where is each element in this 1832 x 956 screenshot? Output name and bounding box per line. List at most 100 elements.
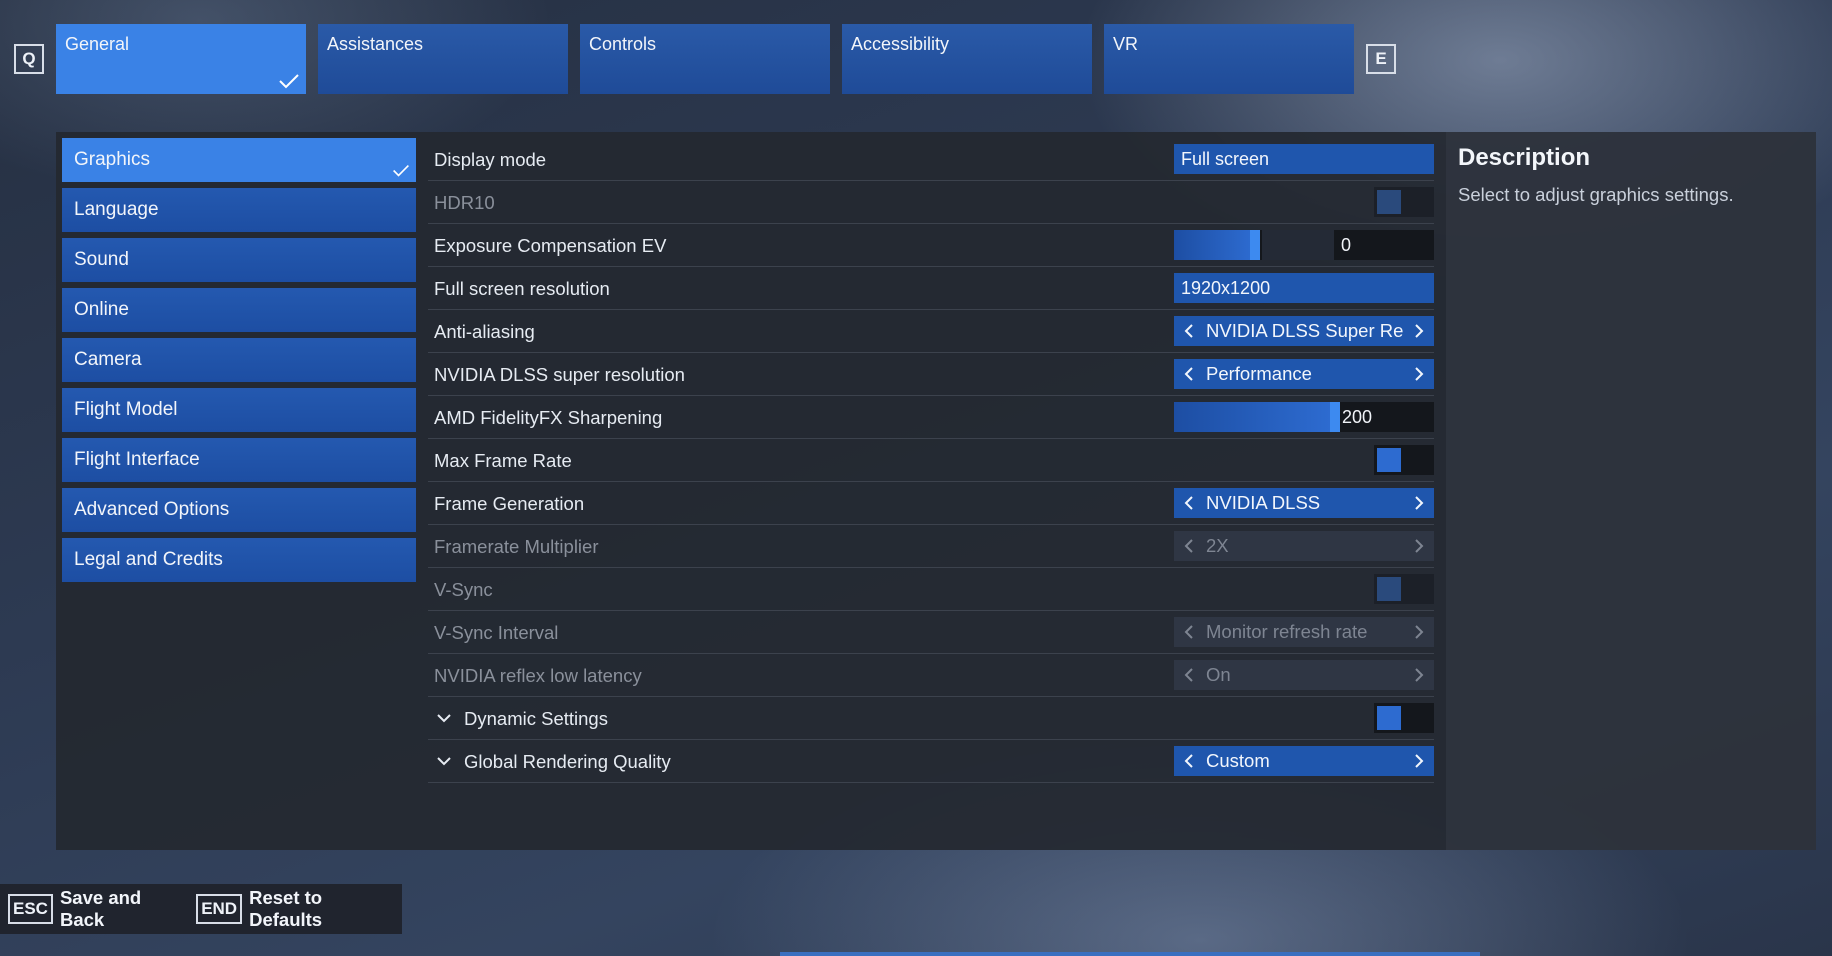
bottom-accent-strip <box>780 952 1480 956</box>
setting-row-max-frame-rate[interactable]: Max Frame Rate <box>428 439 1434 482</box>
selector-value: On <box>1206 664 1231 685</box>
tab-vr[interactable]: VR <box>1104 24 1354 94</box>
sidebar-item-flight-model[interactable]: Flight Model <box>62 388 416 432</box>
chevron-down-icon[interactable] <box>436 754 452 768</box>
sidebar-item-label: Advanced Options <box>74 499 230 520</box>
reflex-selector[interactable]: On <box>1174 660 1434 690</box>
setting-row-reflex[interactable]: NVIDIA reflex low latency On <box>428 654 1434 697</box>
chevron-right-icon[interactable] <box>1404 660 1434 690</box>
save-and-back-button[interactable]: Save and Back <box>60 887 166 931</box>
slider-value: 200 <box>1342 406 1373 427</box>
selector-value: Custom <box>1206 750 1270 771</box>
setting-row-vsync-interval[interactable]: V-Sync Interval Monitor refresh rate <box>428 611 1434 654</box>
chevron-left-icon[interactable] <box>1174 531 1204 561</box>
slider-thumb[interactable] <box>1330 402 1340 432</box>
sidebar-item-label: Graphics <box>74 149 151 170</box>
setting-label: Global Rendering Quality <box>464 750 671 772</box>
tab-label: VR <box>1113 34 1139 54</box>
setting-label: Framerate Multiplier <box>434 535 599 557</box>
setting-row-amd-sharpening[interactable]: AMD FidelityFX Sharpening 200 <box>428 396 1434 439</box>
tab-label: Accessibility <box>851 34 950 54</box>
setting-row-display-mode[interactable]: Display mode Full screen <box>428 138 1434 181</box>
chevron-left-icon[interactable] <box>1174 488 1204 518</box>
resolution-dropdown[interactable]: 1920x1200 <box>1174 273 1434 303</box>
setting-label: AMD FidelityFX Sharpening <box>434 406 663 428</box>
setting-label: V-Sync Interval <box>434 621 559 643</box>
reset-defaults-button[interactable]: Reset to Defaults <box>249 887 372 931</box>
next-tab-key[interactable]: E <box>1366 44 1396 74</box>
frame-generation-selector[interactable]: NVIDIA DLSS <box>1174 488 1434 518</box>
global-rendering-quality-selector[interactable]: Custom <box>1174 746 1434 776</box>
sidebar-item-camera[interactable]: Camera <box>62 338 416 382</box>
toggle-knob <box>1377 190 1401 214</box>
selector-value: NVIDIA DLSS Super Resolution <box>1206 320 1404 341</box>
setting-row-dynamic-settings[interactable]: Dynamic Settings <box>428 697 1434 740</box>
footer-bar: ESC Save and Back END Reset to Defaults <box>0 884 402 934</box>
setting-row-framerate-multiplier[interactable]: Framerate Multiplier 2X <box>428 525 1434 568</box>
dlss-super-resolution-selector[interactable]: Performance <box>1174 359 1434 389</box>
setting-row-anti-aliasing[interactable]: Anti-aliasing NVIDIA DLSS Super Resoluti… <box>428 310 1434 353</box>
hdr10-toggle[interactable] <box>1374 187 1434 217</box>
setting-row-global-rendering-quality[interactable]: Global Rendering Quality Custom <box>428 740 1434 783</box>
chevron-left-icon[interactable] <box>1174 617 1204 647</box>
slider-track <box>1262 230 1334 260</box>
prev-tab-key[interactable]: Q <box>14 44 44 74</box>
chevron-right-icon[interactable] <box>1404 316 1434 346</box>
anti-aliasing-selector[interactable]: NVIDIA DLSS Super Resolution <box>1174 316 1434 346</box>
setting-row-frame-generation[interactable]: Frame Generation NVIDIA DLSS <box>428 482 1434 525</box>
sidebar-item-legal-credits[interactable]: Legal and Credits <box>62 538 416 582</box>
sidebar-item-label: Camera <box>74 349 142 370</box>
chevron-right-icon[interactable] <box>1404 617 1434 647</box>
dynamic-settings-toggle[interactable] <box>1374 703 1434 733</box>
sidebar-item-advanced-options[interactable]: Advanced Options <box>62 488 416 532</box>
setting-label: Display mode <box>434 148 547 170</box>
chevron-left-icon[interactable] <box>1174 359 1204 389</box>
selector-value: Performance <box>1206 363 1312 384</box>
setting-row-dlss-super-resolution[interactable]: NVIDIA DLSS super resolution Performance <box>428 353 1434 396</box>
setting-row-vsync[interactable]: V-Sync <box>428 568 1434 611</box>
sidebar-item-language[interactable]: Language <box>62 188 416 232</box>
chevron-right-icon[interactable] <box>1404 531 1434 561</box>
chevron-left-icon[interactable] <box>1174 660 1204 690</box>
amd-sharpening-slider[interactable]: 200 <box>1174 402 1434 432</box>
end-key[interactable]: END <box>196 894 243 924</box>
toggle-knob <box>1377 706 1401 730</box>
setting-label: Max Frame Rate <box>434 449 572 471</box>
tab-label: Controls <box>589 34 657 54</box>
selector-value: NVIDIA DLSS <box>1206 492 1321 513</box>
chevron-right-icon[interactable] <box>1404 359 1434 389</box>
vsync-interval-selector[interactable]: Monitor refresh rate <box>1174 617 1434 647</box>
chevron-down-icon[interactable] <box>436 711 452 725</box>
tab-label: Assistances <box>327 34 424 54</box>
tab-controls[interactable]: Controls <box>580 24 830 94</box>
chevron-left-icon[interactable] <box>1174 746 1204 776</box>
max-frame-rate-toggle[interactable] <box>1374 445 1434 475</box>
sidebar-item-flight-interface[interactable]: Flight Interface <box>62 438 416 482</box>
chevron-left-icon[interactable] <box>1174 316 1204 346</box>
framerate-multiplier-selector[interactable]: 2X <box>1174 531 1434 561</box>
sidebar-item-sound[interactable]: Sound <box>62 238 416 282</box>
tab-accessibility[interactable]: Accessibility <box>842 24 1092 94</box>
tab-label: General <box>65 34 130 54</box>
description-title: Description <box>1458 144 1591 171</box>
tab-general[interactable]: General <box>56 24 306 94</box>
chevron-right-icon[interactable] <box>1404 746 1434 776</box>
tab-assistances[interactable]: Assistances <box>318 24 568 94</box>
setting-row-exposure[interactable]: Exposure Compensation EV 0 <box>428 224 1434 267</box>
sidebar-item-online[interactable]: Online <box>62 288 416 332</box>
vsync-toggle[interactable] <box>1374 574 1434 604</box>
chevron-right-icon[interactable] <box>1404 488 1434 518</box>
dropdown-value: Full screen <box>1181 148 1270 169</box>
checkmark-icon <box>279 74 299 89</box>
dropdown-value: 1920x1200 <box>1181 277 1271 298</box>
setting-label: V-Sync <box>434 578 493 600</box>
slider-value: 0 <box>1341 234 1352 255</box>
setting-row-hdr10[interactable]: HDR10 <box>428 181 1434 224</box>
setting-row-resolution[interactable]: Full screen resolution 1920x1200 <box>428 267 1434 310</box>
display-mode-dropdown[interactable]: Full screen <box>1174 144 1434 174</box>
exposure-slider[interactable]: 0 <box>1174 230 1434 260</box>
slider-thumb[interactable] <box>1250 230 1260 260</box>
sidebar-item-graphics[interactable]: Graphics <box>62 138 416 182</box>
esc-key[interactable]: ESC <box>8 894 53 924</box>
setting-label: Exposure Compensation EV <box>434 234 667 256</box>
